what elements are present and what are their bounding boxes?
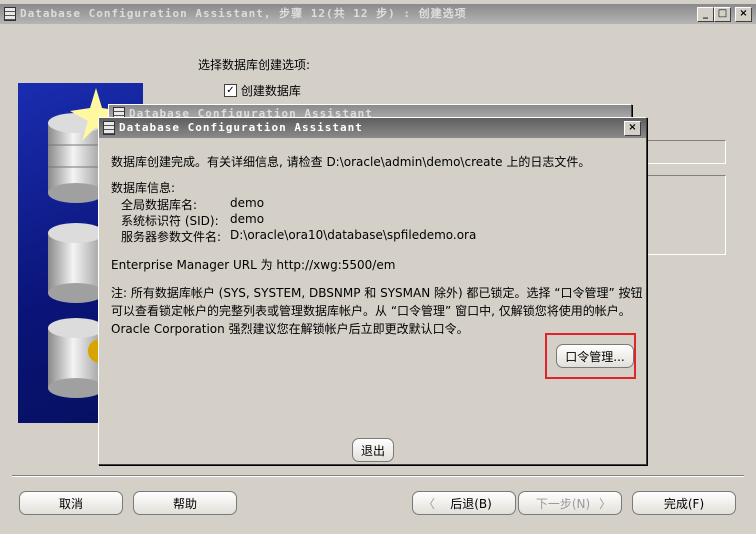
info-label-global-db-name: 全局数据库名: [121,198,198,212]
chevron-left-icon: 〈 [423,497,436,511]
finish-button[interactable]: 完成(F) [632,491,736,515]
note-line-3: Oracle Corporation 强烈建议您在解锁帐户后立即更改默认口令。 [111,322,469,336]
cancel-button[interactable]: 取消 [19,491,123,515]
background-field [640,140,726,164]
main-window-title: Database Configuration Assistant, 步骤 12(… [20,7,467,20]
minimize-button[interactable]: _ [697,7,714,22]
app-icon [4,7,16,21]
exit-button[interactable]: 退出 [352,438,394,462]
info-label-spfile: 服务器参数文件名: [121,230,222,244]
app-icon [103,121,115,135]
close-button[interactable]: × [735,7,752,22]
completion-dialog: Database Configuration Assistant × 数据库创建… [98,117,647,465]
info-value-global-db-name: demo [230,196,265,210]
footer-separator [12,475,744,477]
help-button[interactable]: 帮助 [133,491,237,515]
dialog-close-button[interactable]: × [624,121,641,136]
background-field [640,175,726,255]
info-value-sid: demo [230,212,265,226]
maximize-button[interactable]: □ [714,7,731,22]
back-button-label: 后退(B) [450,497,492,511]
password-management-button[interactable]: 口令管理... [556,344,634,368]
dialog-titlebar: Database Configuration Assistant × [99,118,646,138]
em-url: Enterprise Manager URL 为 http://xwg:5500… [111,258,396,272]
info-header: 数据库信息: [111,181,176,195]
back-button[interactable]: 〈 后退(B) [412,491,516,515]
completion-message: 数据库创建完成。有关详细信息, 请检查 D:\oracle\admin\demo… [111,155,591,169]
main-window-titlebar: Database Configuration Assistant, 步骤 12(… [0,4,756,24]
database-cylinder-icon [48,223,104,303]
info-label-sid: 系统标识符 (SID): [121,214,219,228]
checkbox-box[interactable]: ✓ [224,84,237,97]
info-value-spfile: D:\oracle\ora10\database\spfiledemo.ora [230,228,477,242]
note-line-2: 可以查看锁定帐户的完整列表或管理数据库帐户。从 “口令管理” 窗口中, 仅解锁您… [111,304,631,318]
section-label: 选择数据库创建选项: [198,58,311,72]
next-button-label: 下一步(N) [535,497,591,511]
chevron-right-icon: 〉 [598,497,611,511]
create-db-checkbox[interactable]: ✓ 创建数据库 [224,82,301,98]
dialog-title: Database Configuration Assistant [119,121,363,134]
note-line-1: 注: 所有数据库帐户 (SYS, SYSTEM, DBSNMP 和 SYSMAN… [111,286,643,300]
checkbox-label: 创建数据库 [240,84,301,98]
next-button[interactable]: 下一步(N) 〉 [518,491,622,515]
